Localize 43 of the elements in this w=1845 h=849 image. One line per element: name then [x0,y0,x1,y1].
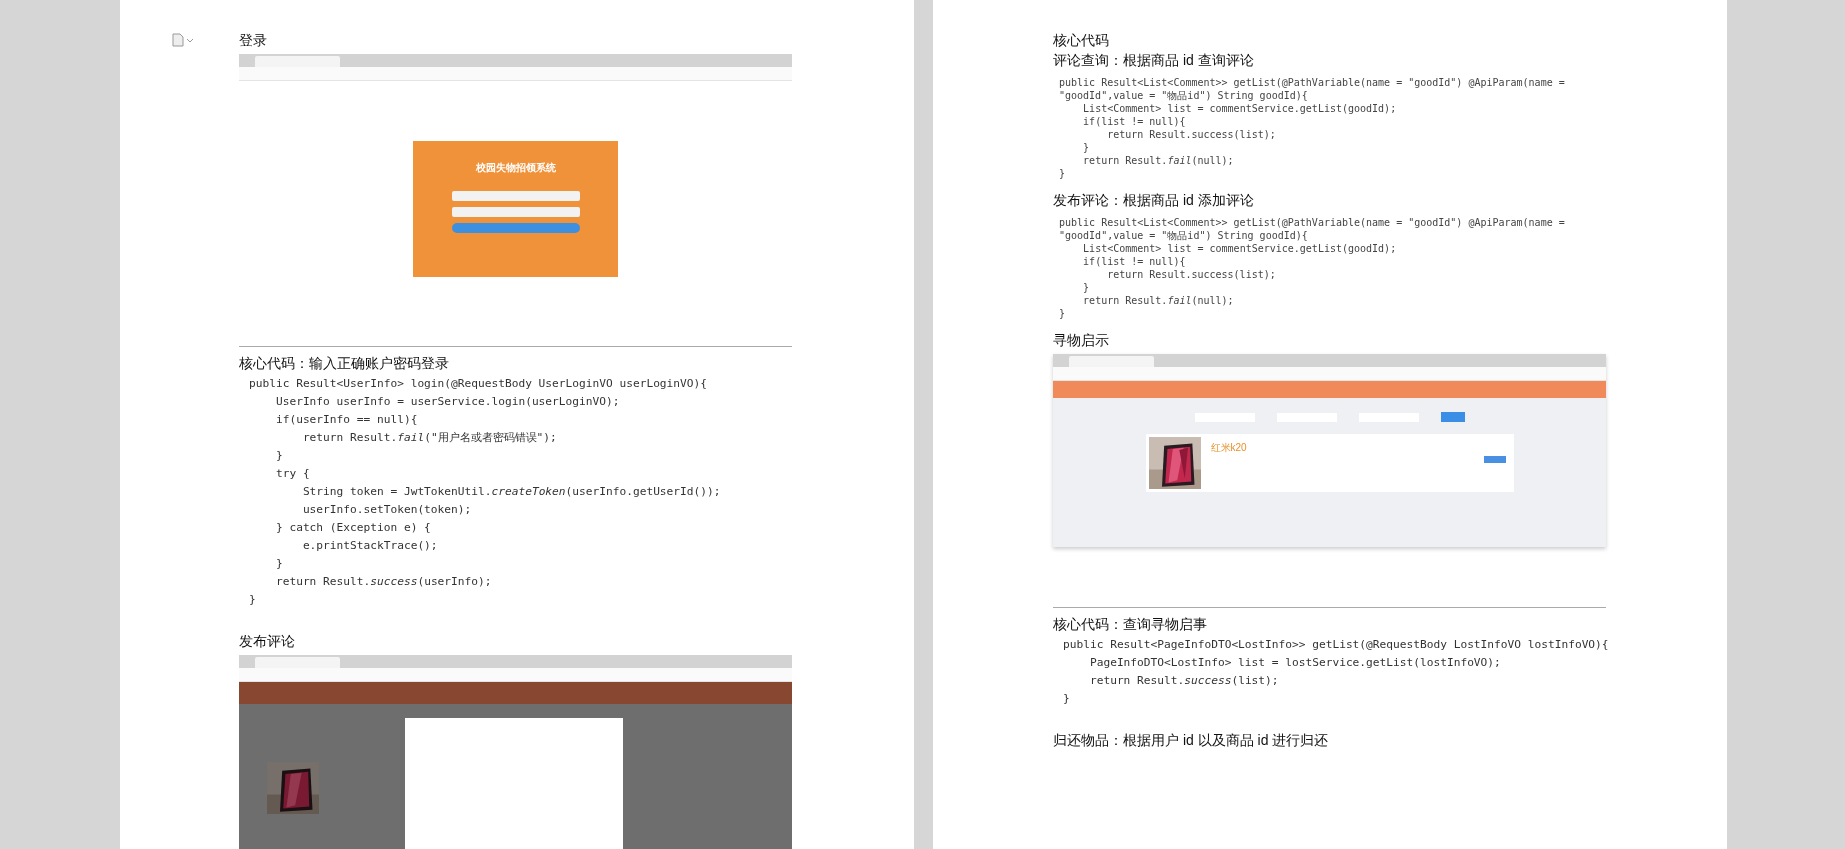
section-heading: 核心代码：输入正确账户密码登录 [239,354,449,374]
code-line: public Result<PageInfoDTO<LostInfo>> getList(@RequestBody LostInfoVO lostInfoVO){ [1063,637,1609,653]
code-line: return Result.fail("用户名或者密码错误"); [301,430,558,447]
section-heading: 归还物品：根据用户 id 以及商品 id 进行归还 [1053,731,1329,750]
code-line: } [1082,141,1091,154]
code-line: try { [274,466,311,483]
code-line: e.printStackTrace(); [301,538,439,555]
section-heading: 评论查询：根据商品 id 查询评论 [1053,51,1254,70]
login-title: 校园失物招领系统 [475,161,556,175]
code-line: return Result.fail(null); [1082,294,1235,307]
section-heading: 发布评论：根据商品 id 添加评论 [1053,191,1254,210]
code-line: } catch (Exception e) { [274,520,432,537]
code-line: } [1082,281,1091,294]
section-heading: 核心代码：查询寻物启事 [1053,615,1207,634]
code-line: } [1063,691,1071,707]
code-line: return Result.success(list); [1088,673,1280,689]
code-line: if(list != null){ [1082,255,1187,268]
code-line: if(userInfo == null){ [274,412,419,429]
code-line: userInfo.setToken(token); [301,502,473,519]
code-line: return Result.success(list); [1106,128,1277,141]
code-line: public Result<List<Comment>> getList(@PathVariable(name = "goodId") @ApiParam(name = "goodId",value = "物品id") String goodId){ [1059,76,1566,102]
code-line: } [274,556,284,573]
code-line: } [249,592,257,609]
code-line: public Result<UserInfo> login(@RequestBody UserLoginVO userLoginVO){ [249,376,708,393]
code-line: } [1059,307,1067,320]
section-heading: 寻物启示 [1053,331,1109,350]
code-line: PageInfoDTO<LostInfo> list = lostService.getList(lostInfoVO); [1088,655,1502,671]
code-line: public Result<List<Comment>> getList(@PathVariable(name = "goodId") @ApiParam(name = "goodId",value = "物品id") String goodId){ [1059,216,1566,242]
section-heading: 登录 [239,31,267,50]
section-heading: 核心代码 [1053,31,1109,50]
code-line: if(list != null){ [1082,115,1187,128]
code-line: return Result.success(list); [1106,268,1277,281]
document-icon[interactable] [172,33,194,47]
code-line: List<Comment> list = commentService.getList(goodId); [1082,242,1398,255]
code-line: UserInfo userInfo = userService.login(userLoginVO); [274,394,621,411]
code-line: return Result.success(userInfo); [274,574,493,591]
code-line: } [274,448,284,465]
code-line: String token = JwtTokenUtil.createToken(userInfo.getUserId()); [301,484,721,501]
code-line: } [1059,167,1067,180]
section-heading: 发布评论 [239,632,295,652]
item-title: 红米k20 [1210,441,1247,455]
code-line: return Result.fail(null); [1082,154,1235,167]
code-line: List<Comment> list = commentService.getList(goodId); [1082,102,1398,115]
